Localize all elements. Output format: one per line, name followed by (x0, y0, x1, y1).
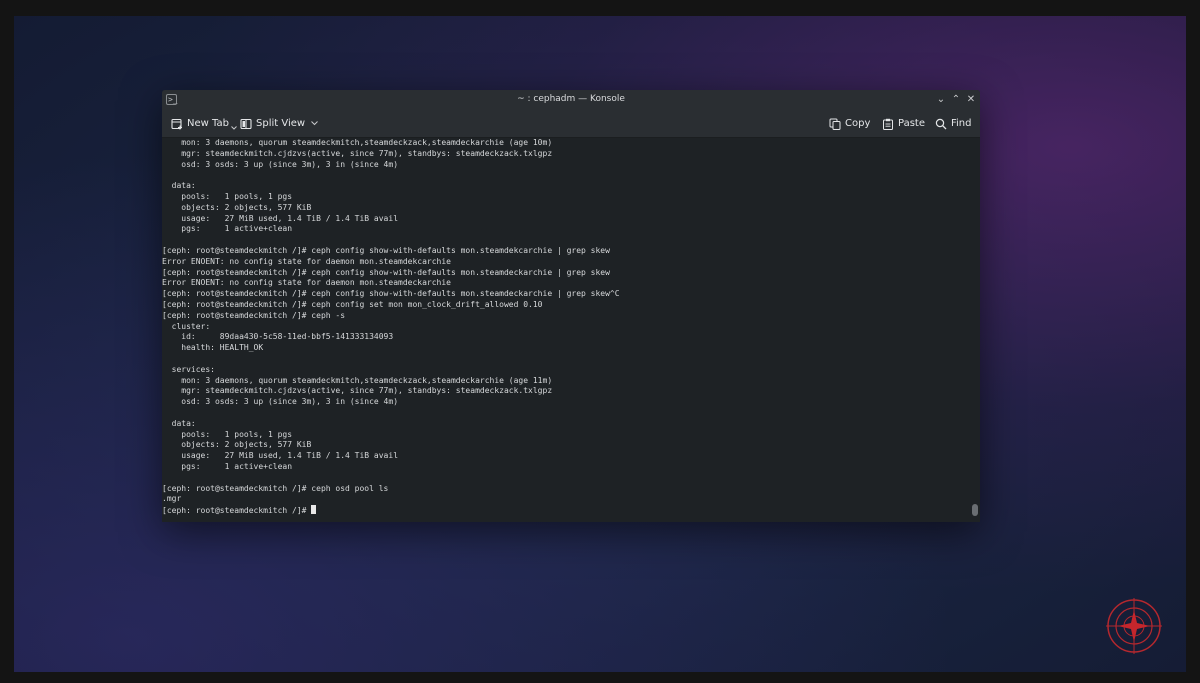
text-cursor (311, 505, 317, 515)
terminal-line: [ceph: root@steamdeckmitch /]# ceph conf… (162, 299, 543, 309)
konsole-window: >_ ~ : cephadm — Konsole ⌄ ⌃ ✕ New Tab S… (162, 90, 980, 522)
terminal-line: [ceph: root@steamdeckmitch /]# ceph -s (162, 310, 346, 320)
terminal-output[interactable]: mon: 3 daemons, quorum steamdeckmitch,st… (162, 138, 970, 522)
terminal-line: Error ENOENT: no config state for daemon… (162, 256, 451, 266)
terminal-line: .mgr (162, 494, 182, 504)
channel-logo-watermark (1106, 598, 1162, 654)
new-tab-label: New Tab (187, 118, 229, 129)
copy-button[interactable]: Copy (829, 115, 870, 132)
terminal-line: mon: 3 daemons, quorum steamdeckmitch,st… (162, 138, 553, 147)
scrollbar[interactable] (970, 138, 980, 522)
terminal-line: [ceph: root@steamdeckmitch /]# ceph conf… (162, 245, 610, 255)
terminal-line: pgs: 1 active+clean (162, 224, 293, 234)
maximize-button[interactable]: ⌃ (949, 93, 963, 107)
titlebar[interactable]: >_ ~ : cephadm — Konsole ⌄ ⌃ ✕ (162, 90, 980, 110)
chevron-down-icon[interactable] (311, 121, 318, 126)
split-view-label: Split View (256, 118, 306, 129)
terminal-line: cluster: (162, 321, 211, 331)
scrollbar-thumb[interactable] (972, 504, 978, 516)
terminal-line: data: (162, 418, 196, 428)
find-button[interactable]: Find (935, 115, 972, 132)
terminal-line: [ceph: root@steamdeckmitch /]# ceph conf… (162, 289, 620, 299)
desktop-background: >_ ~ : cephadm — Konsole ⌄ ⌃ ✕ New Tab S… (14, 16, 1186, 672)
copy-icon (829, 118, 841, 130)
terminal-line: data: (162, 181, 196, 191)
terminal-line: usage: 27 MiB used, 1.4 TiB / 1.4 TiB av… (162, 213, 399, 223)
split-view-button[interactable]: Split View (240, 115, 318, 132)
minimize-button[interactable]: ⌄ (934, 93, 948, 107)
terminal-line: pgs: 1 active+clean (162, 461, 293, 471)
terminal-line: services: (162, 364, 215, 374)
paste-button[interactable]: Paste (882, 115, 925, 132)
copy-label: Copy (845, 118, 871, 129)
chevron-down-icon[interactable] (231, 125, 237, 130)
terminal-line: pools: 1 pools, 1 pgs (162, 191, 293, 201)
split-view-icon (240, 118, 252, 129)
window-title: ~ : cephadm — Konsole (517, 94, 625, 104)
close-button[interactable]: ✕ (964, 93, 978, 107)
paste-icon (883, 118, 893, 130)
search-icon (935, 118, 947, 129)
terminal-line: [ceph: root@steamdeckmitch /]# ceph osd … (162, 483, 389, 493)
toolbar: New Tab Split View Copy Paste Find (162, 110, 980, 138)
terminal-line: health: HEALTH_OK (162, 343, 264, 353)
terminal-line: usage: 27 MiB used, 1.4 TiB / 1.4 TiB av… (162, 451, 399, 461)
terminal-line: osd: 3 osds: 3 up (since 3m), 3 in (sinc… (162, 159, 399, 169)
paste-label: Paste (898, 118, 925, 129)
find-label: Find (951, 118, 972, 129)
terminal-line: osd: 3 osds: 3 up (since 3m), 3 in (sinc… (162, 397, 399, 407)
terminal-line: id: 89daa430-5c58-11ed-bbf5-141333134093 (162, 332, 394, 342)
terminal-line: objects: 2 objects, 577 KiB (162, 202, 312, 212)
terminal-line: pools: 1 pools, 1 pgs (162, 429, 293, 439)
terminal-line: Error ENOENT: no config state for daemon… (162, 278, 451, 288)
terminal-prompt: [ceph: root@steamdeckmitch /]# (162, 506, 312, 516)
terminal-line: mgr: steamdeckmitch.cjdzvs(active, since… (162, 386, 553, 396)
terminal-line: objects: 2 objects, 577 KiB (162, 440, 312, 450)
new-tab-button[interactable]: New Tab (171, 115, 237, 132)
new-tab-icon (171, 118, 182, 129)
terminal-line: [ceph: root@steamdeckmitch /]# ceph conf… (162, 267, 610, 277)
terminal-text: mon: 3 daemons, quorum steamdeckmitch,st… (162, 138, 962, 516)
terminal-line: mon: 3 daemons, quorum steamdeckmitch,st… (162, 375, 553, 385)
terminal-line: mgr: steamdeckmitch.cjdzvs(active, since… (162, 148, 553, 158)
terminal-prompt-line: [ceph: root@steamdeckmitch /]# (162, 505, 962, 516)
